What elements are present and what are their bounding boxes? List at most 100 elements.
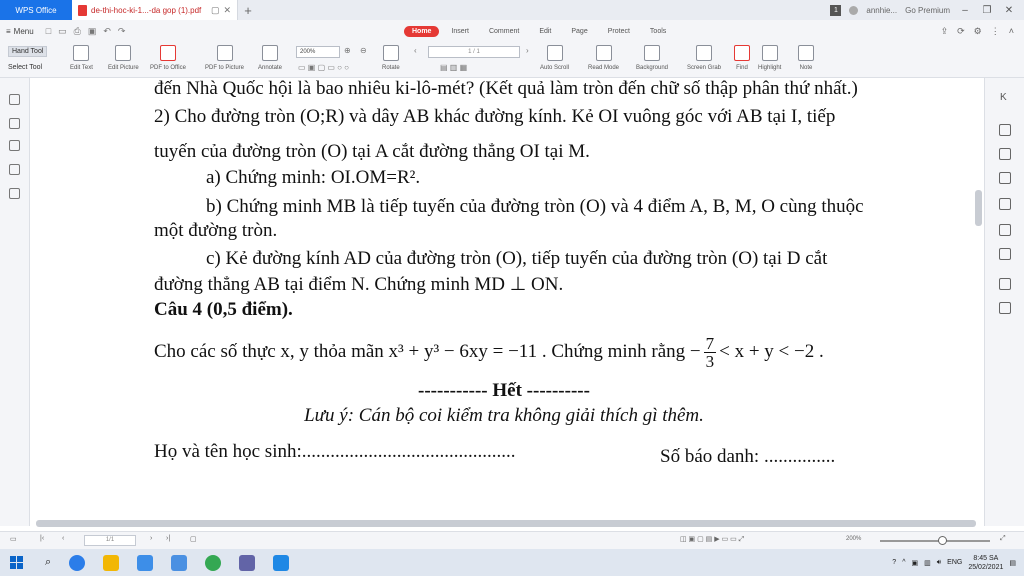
search-icon[interactable]: ⌕ bbox=[45, 556, 51, 569]
signature-icon[interactable] bbox=[9, 164, 20, 175]
clock[interactable]: 8:45 SA 25/02/2021 bbox=[968, 554, 1003, 572]
next-page-icon[interactable]: › bbox=[526, 46, 529, 55]
edit-panel-icon[interactable] bbox=[999, 124, 1011, 136]
share-panel-icon[interactable] bbox=[999, 302, 1011, 314]
pdf-to-picture-button[interactable]: PDF to Picture bbox=[205, 45, 244, 71]
sidebar-toggle-icon[interactable]: ▭ bbox=[10, 535, 17, 543]
tab-insert[interactable]: Insert bbox=[443, 26, 477, 37]
volume-icon[interactable]: 🔊︎ bbox=[937, 559, 941, 567]
new-file-icon[interactable]: □ bbox=[46, 26, 51, 36]
note-button[interactable]: Note bbox=[798, 45, 814, 71]
help-icon[interactable]: ? bbox=[892, 559, 896, 566]
view-mode-icons[interactable]: ▭ ▣ ▢ ▭ ○ ○ bbox=[298, 63, 349, 72]
restore-icon[interactable]: ❐ bbox=[980, 5, 994, 16]
vertical-scrollbar[interactable] bbox=[975, 190, 982, 226]
tab-tools[interactable]: Tools bbox=[642, 26, 674, 37]
status-zoom[interactable]: 200% bbox=[846, 536, 861, 542]
next-page-status-icon[interactable]: › bbox=[150, 535, 152, 542]
view-toggle-icons[interactable]: ◫ ▣ ▢ ▤ ▶ ▭ ▭ ⤢ bbox=[680, 535, 744, 544]
screen-grab-button[interactable]: Screen Grab bbox=[687, 45, 721, 71]
first-page-icon[interactable]: |‹ bbox=[40, 535, 44, 542]
last-page-icon[interactable]: ›| bbox=[166, 535, 170, 542]
read-mode-button[interactable]: Read Mode bbox=[588, 45, 619, 71]
print-icon[interactable]: ⎙ bbox=[74, 26, 81, 37]
zoom-slider-track[interactable] bbox=[880, 540, 990, 542]
convert-panel-icon[interactable] bbox=[999, 148, 1011, 160]
zoom-slider-thumb[interactable] bbox=[938, 536, 947, 545]
share-icon[interactable]: ⇪ bbox=[941, 26, 949, 37]
redo-icon[interactable]: ↷ bbox=[118, 26, 126, 37]
tab-edit[interactable]: Edit bbox=[531, 26, 559, 37]
hand-tool-button[interactable]: Hand Tool bbox=[8, 46, 48, 57]
close-tab-icon[interactable]: ✕ bbox=[223, 5, 231, 16]
select-tool-button[interactable]: Select Tool bbox=[8, 64, 42, 71]
highlight-button[interactable]: Highlight bbox=[758, 45, 781, 71]
tab-page[interactable]: Page bbox=[563, 26, 595, 37]
app-home-tab[interactable]: WPS Office bbox=[0, 0, 72, 20]
edit-text-button[interactable]: Edit Text bbox=[70, 45, 93, 71]
notifications-icon[interactable]: ▤ bbox=[1009, 559, 1016, 567]
thumbnails-icon[interactable] bbox=[9, 118, 20, 129]
go-premium-button[interactable]: Go Premium bbox=[905, 6, 950, 15]
status-page-input[interactable]: 1/1 bbox=[84, 535, 136, 546]
attachment-icon[interactable] bbox=[9, 140, 20, 151]
page-number-input[interactable]: 1 / 1 bbox=[428, 46, 520, 58]
close-window-icon[interactable]: ✕ bbox=[1002, 5, 1016, 16]
user-name[interactable]: annhie... bbox=[866, 6, 897, 15]
windows-start-icon[interactable] bbox=[10, 556, 23, 569]
annotate-button[interactable]: Annotate bbox=[258, 45, 282, 71]
input-language[interactable]: ENG bbox=[947, 559, 962, 566]
compress-panel-icon[interactable] bbox=[999, 198, 1011, 210]
pdf-to-office-label: PDF to Office bbox=[150, 65, 186, 71]
tab-comment[interactable]: Comment bbox=[481, 26, 527, 37]
file-explorer-icon[interactable] bbox=[103, 554, 120, 571]
page-layout-icons[interactable]: ▤ ▥ ▦ bbox=[440, 63, 467, 72]
prev-page-icon[interactable]: ‹ bbox=[62, 535, 64, 542]
settings-icon[interactable]: ⚙ bbox=[974, 26, 982, 37]
avatar[interactable] bbox=[849, 5, 859, 15]
teams-icon[interactable] bbox=[239, 554, 256, 571]
tab-protect[interactable]: Protect bbox=[600, 26, 638, 37]
previous-page-icon[interactable]: ‹ bbox=[414, 46, 417, 55]
tab-window-icon[interactable]: ▢ bbox=[211, 5, 220, 16]
sign-panel-icon[interactable] bbox=[999, 224, 1011, 236]
notification-badge[interactable]: 1 bbox=[830, 4, 842, 16]
fullscreen-icon[interactable]: ⤢ bbox=[1000, 535, 1006, 543]
more-icon[interactable]: ⋮ bbox=[991, 26, 1000, 37]
chrome-icon[interactable] bbox=[205, 554, 222, 571]
rotate-button[interactable]: Rotate bbox=[382, 45, 400, 71]
print-panel-icon[interactable] bbox=[999, 278, 1011, 290]
edge-icon[interactable] bbox=[69, 554, 86, 571]
main-menu-button[interactable]: ≡ Menu bbox=[6, 27, 34, 36]
find-button[interactable]: Find bbox=[734, 45, 750, 71]
zoom-out-icon[interactable]: ⊖ bbox=[360, 46, 367, 55]
tray-chevron-icon[interactable]: ^ bbox=[902, 559, 905, 566]
auto-scroll-button[interactable]: Auto Scroll bbox=[540, 45, 569, 71]
pdf-to-office-button[interactable]: PDF to Office bbox=[150, 45, 186, 71]
edit-picture-button[interactable]: Edit Picture bbox=[108, 45, 139, 71]
fit-page-icon[interactable]: ▢ bbox=[190, 535, 197, 543]
collapse-ribbon-icon[interactable]: ˄ bbox=[1009, 26, 1014, 37]
split-panel-icon[interactable] bbox=[999, 248, 1011, 260]
open-folder-icon[interactable]: ▭ bbox=[58, 26, 67, 37]
comments-icon[interactable] bbox=[9, 188, 20, 199]
sync-icon[interactable]: ⟳ bbox=[957, 26, 965, 37]
tray-app-icon[interactable]: ▣ bbox=[911, 559, 918, 567]
network-icon[interactable]: ▥ bbox=[924, 559, 931, 567]
zoom-in-icon[interactable]: ⊕ bbox=[344, 46, 351, 55]
zoom-input[interactable]: 200% bbox=[296, 46, 340, 58]
new-tab-button[interactable]: + bbox=[238, 3, 258, 18]
tab-home[interactable]: Home bbox=[404, 25, 440, 37]
horizontal-scrollbar[interactable] bbox=[36, 520, 976, 527]
bookmark-icon[interactable] bbox=[9, 94, 20, 105]
export-panel-icon[interactable] bbox=[999, 172, 1011, 184]
minimize-icon[interactable]: – bbox=[958, 5, 972, 16]
store-icon[interactable] bbox=[137, 554, 154, 571]
wps-taskbar-icon[interactable] bbox=[273, 554, 290, 571]
background-button[interactable]: Background bbox=[636, 45, 668, 71]
document-tab[interactable]: de-thi-hoc-ki-1...-da gop (1).pdf ▢ ✕ bbox=[72, 0, 238, 20]
save-icon[interactable]: ▣ bbox=[88, 26, 97, 37]
collapse-panel-icon[interactable]: K bbox=[1000, 92, 1007, 103]
app-icon[interactable] bbox=[171, 554, 188, 571]
undo-icon[interactable]: ↶ bbox=[103, 26, 111, 37]
